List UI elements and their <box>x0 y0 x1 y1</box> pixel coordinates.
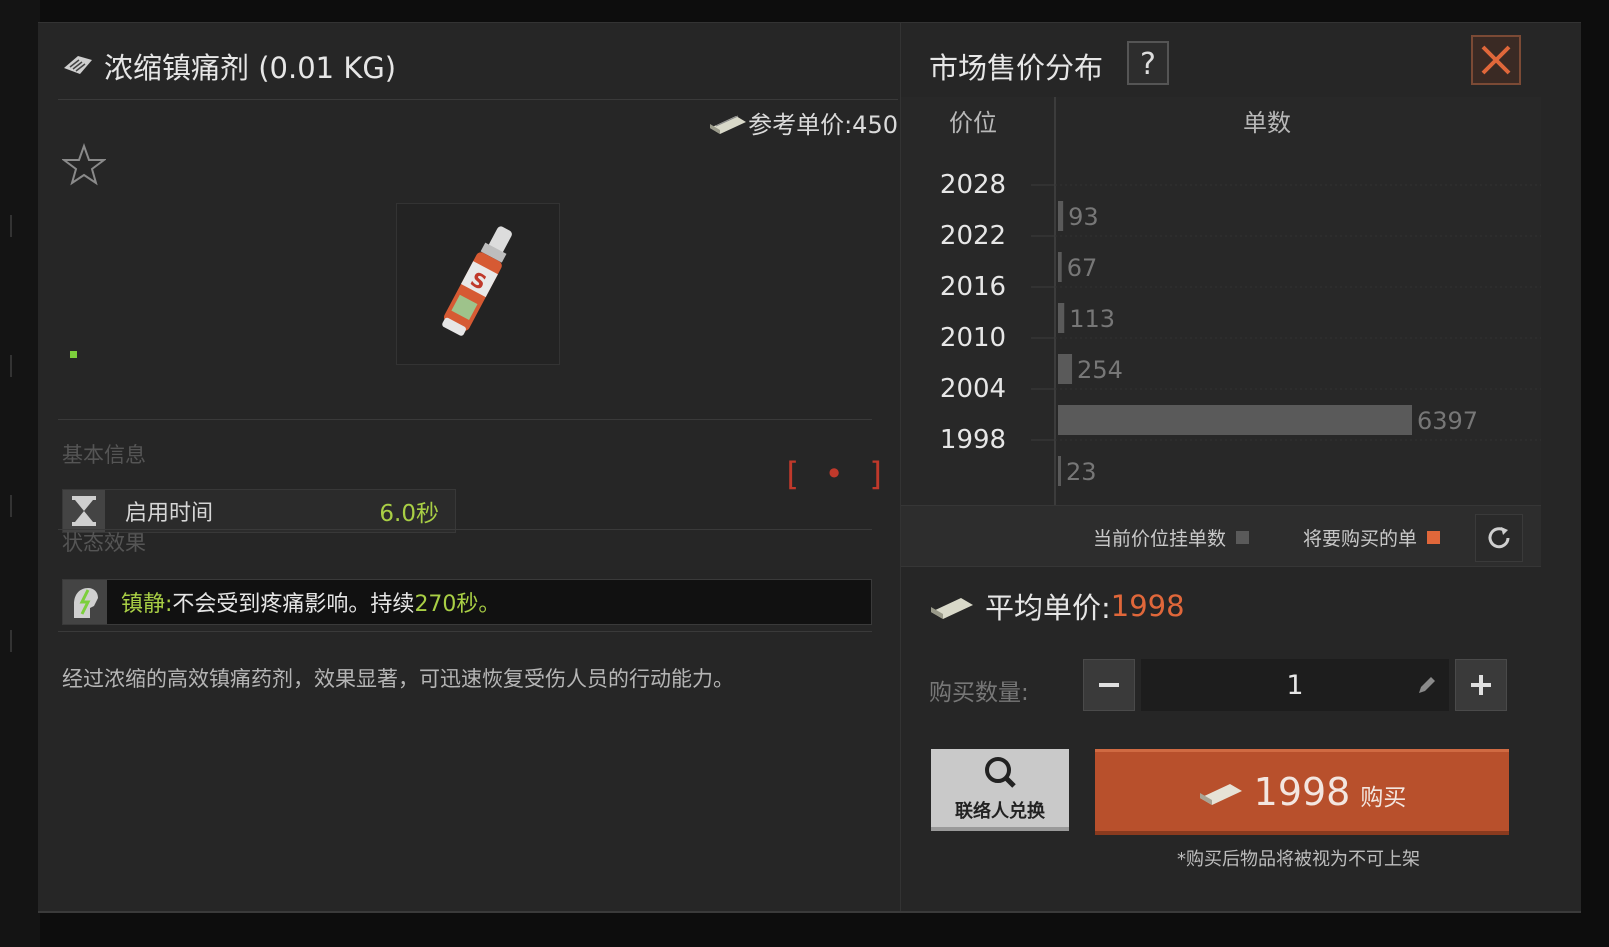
cash-icon <box>931 598 973 619</box>
legend-buy-swatch <box>1427 531 1441 544</box>
market-title: 市场售价分布 <box>929 51 1104 85</box>
order-count-label: 93 <box>1068 203 1099 231</box>
close-button[interactable] <box>1471 35 1521 85</box>
plus-icon <box>1471 675 1491 695</box>
item-image: S <box>396 203 560 365</box>
quantity-input[interactable]: 1 <box>1141 659 1449 711</box>
effect-divider <box>58 631 872 632</box>
effect-name: 镇静: <box>121 592 173 617</box>
count-column-header: 单数 <box>1243 109 1291 137</box>
market-panel: 市场售价分布 ? 价位 单数 2028 93 2022 67 2016 113 2010 25… <box>900 23 1582 911</box>
cash-icon <box>1199 783 1242 805</box>
price-distribution-svg: 价位 单数 2028 93 2022 67 2016 113 2010 254 2004 6397… <box>940 97 1541 505</box>
legend-buy-label: 将要购买的单 <box>1303 528 1418 550</box>
buy-price: 1998 <box>1253 769 1351 814</box>
activation-time-value: 6.0秒 <box>379 501 439 527</box>
order-count-label: 113 <box>1069 305 1115 333</box>
order-count-bar <box>1058 456 1061 486</box>
legend-buy: 将要购买的单 <box>1303 524 1441 551</box>
average-price: 平均单价: 1998 <box>929 585 1185 627</box>
item-title: 浓缩镇痛剂 (0.01 KG) <box>104 51 397 85</box>
price-level-label: 2004 <box>940 374 1006 404</box>
item-detail-panel: 浓缩镇痛剂 (0.01 KG) 参考单价:450 S 基本信息 [•] 启用… <box>38 23 918 911</box>
purchase-note: *购买后物品将被视为不可上架 <box>1177 849 1420 870</box>
side-arrow <box>0 495 12 517</box>
decrease-quantity-button[interactable] <box>1083 659 1135 711</box>
item-title-row: 浓缩镇痛剂 (0.01 KG) <box>62 43 396 89</box>
legend-current-swatch <box>1236 531 1250 544</box>
side-arrow <box>0 355 12 377</box>
quantity-label: 购买数量: <box>929 680 1029 706</box>
chart-legend: 当前价位挂单数 将要购买的单 <box>901 505 1541 567</box>
order-count-label: 6397 <box>1417 407 1478 435</box>
status-dot <box>70 351 77 358</box>
contact-exchange-label: 联络人兑换 <box>955 801 1045 822</box>
buy-label: 购买 <box>1360 784 1407 811</box>
background-side-strip <box>0 0 40 947</box>
cash-icon <box>710 115 747 134</box>
minus-icon <box>1099 683 1119 687</box>
effect-text: 不会受到疼痛影响。持续 <box>172 592 415 617</box>
title-divider <box>58 99 898 100</box>
effect-description: 镇静:不会受到疼痛影响。持续270秒。 <box>121 586 500 618</box>
order-count-label: 67 <box>1067 254 1098 282</box>
sedation-icon <box>63 580 107 624</box>
order-count-bar <box>1058 201 1064 231</box>
item-description: 经过浓缩的高效镇痛药剂，效果显著，可迅速恢复受伤人员的行动能力。 <box>62 667 734 691</box>
question-icon[interactable]: ? <box>1127 41 1169 85</box>
price-level-label: 2010 <box>940 323 1006 353</box>
search-icon <box>985 757 1016 788</box>
order-count-bar <box>1058 405 1412 435</box>
item-purchase-dialog: 浓缩镇痛剂 (0.01 KG) 参考单价:450 S 基本信息 [•] 启用… <box>38 22 1581 913</box>
image-divider <box>58 419 872 420</box>
quantity-value: 1 <box>1286 669 1304 701</box>
contact-exchange-button[interactable]: 联络人兑换 <box>931 749 1069 831</box>
close-icon <box>1481 45 1511 75</box>
legend-current: 当前价位挂单数 <box>1093 524 1250 551</box>
sedation-effect: 镇静:不会受到疼痛影响。持续270秒。 <box>62 579 872 625</box>
side-arrow <box>0 215 12 237</box>
pencil-icon[interactable] <box>1415 673 1439 697</box>
reference-price: 参考单价:450 <box>708 105 898 140</box>
order-count-bar <box>1058 303 1065 333</box>
buy-button[interactable]: 1998 购买 <box>1095 749 1509 835</box>
status-effect-heading: 状态效果 <box>62 531 146 555</box>
price-level-label: 2022 <box>940 221 1006 251</box>
average-price-label: 平均单价: <box>985 591 1111 625</box>
side-arrow <box>0 630 12 652</box>
activation-time-label: 启用时间 <box>125 501 214 526</box>
price-level-label: 2028 <box>940 170 1006 200</box>
order-count-label: 254 <box>1077 356 1123 384</box>
order-count-bar <box>1058 354 1073 384</box>
increase-quantity-button[interactable] <box>1455 659 1507 711</box>
refresh-button[interactable] <box>1475 514 1523 562</box>
star-icon[interactable] <box>62 143 106 187</box>
painkiller-tube-image: S <box>442 226 512 336</box>
stat-divider <box>58 529 872 530</box>
legend-current-label: 当前价位挂单数 <box>1093 528 1227 550</box>
average-price-value: 1998 <box>1110 589 1185 623</box>
inspect-icon[interactable]: [ • ] <box>782 455 888 493</box>
order-count-bar <box>1058 252 1062 282</box>
basic-info-heading: 基本信息 <box>62 443 146 467</box>
hourglass-icon <box>63 490 105 532</box>
tag-icon <box>64 56 92 74</box>
price-level-label: 2016 <box>940 272 1006 302</box>
price-distribution-chart: 价位 单数 2028 93 2022 67 2016 113 2010 254 2004 6397… <box>901 97 1541 505</box>
price-column-header: 价位 <box>949 109 997 137</box>
order-count-label: 23 <box>1066 458 1097 486</box>
refresh-icon <box>1488 527 1510 549</box>
effect-duration: 270秒。 <box>414 592 501 617</box>
reference-price-label: 参考单价:450 <box>748 111 898 139</box>
price-level-label: 1998 <box>940 425 1006 455</box>
